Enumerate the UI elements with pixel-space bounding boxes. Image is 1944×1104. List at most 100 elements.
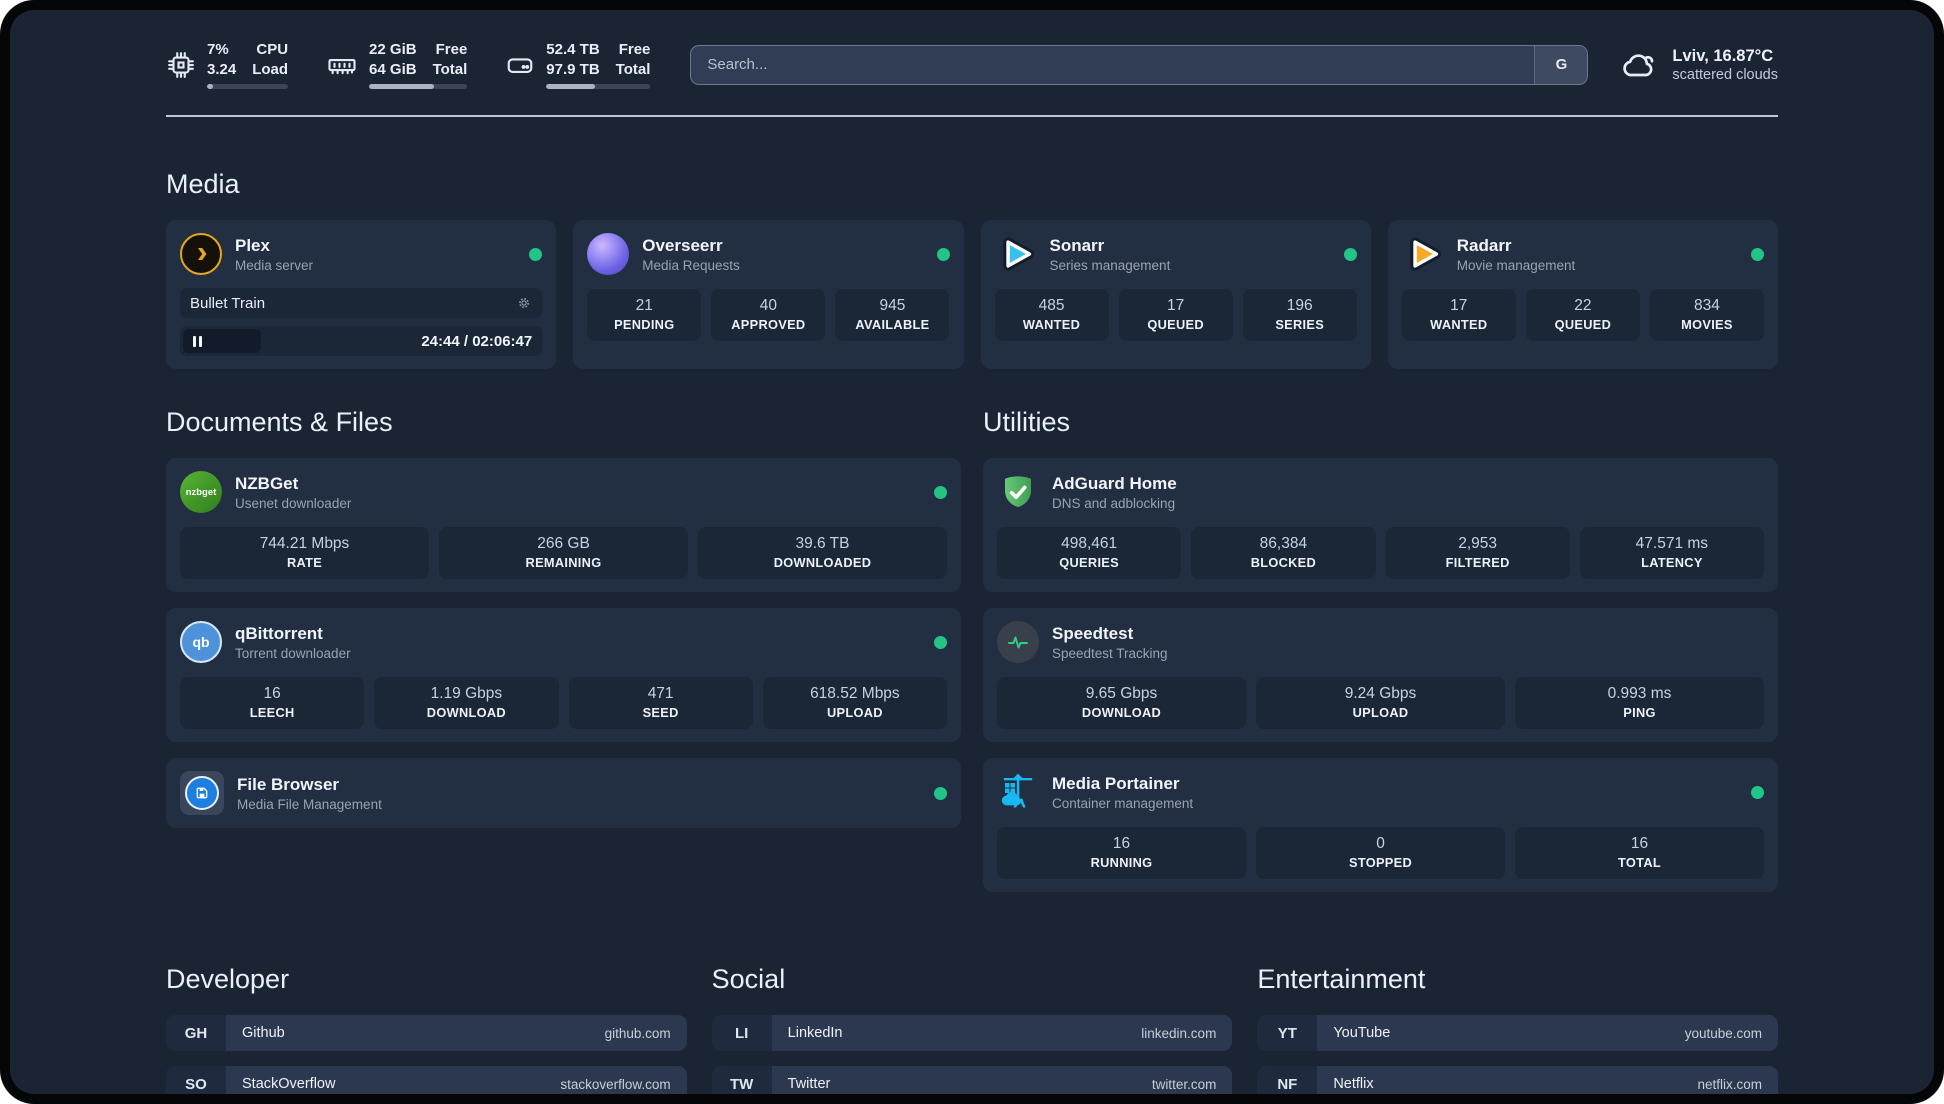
- disk-free-value: 52.4 TB: [546, 41, 600, 58]
- stat-latency: 47.571 ms LATENCY: [1579, 527, 1764, 579]
- link-abbr: NF: [1257, 1066, 1318, 1094]
- search-engine-button[interactable]: G: [1534, 45, 1588, 84]
- total-label: Total: [432, 60, 468, 78]
- status-dot: [1751, 247, 1764, 261]
- app-description: Usenet downloader: [235, 495, 352, 511]
- stat-seed: 471 SEED: [568, 677, 753, 729]
- nzbget-icon: nzbget: [180, 471, 222, 513]
- app-name: Radarr: [1456, 235, 1512, 255]
- app-card-adguard[interactable]: AdGuard Home DNS and adblocking 498,461 …: [983, 458, 1778, 592]
- stat-queries: 498,461 QUERIES: [997, 527, 1182, 579]
- app-description: Speedtest Tracking: [1052, 645, 1168, 661]
- cpu-progress-bar: [207, 84, 289, 89]
- section-title-entertainment: Entertainment: [1257, 964, 1426, 994]
- stat-download: 9.65 Gbps DOWNLOAD: [997, 677, 1246, 729]
- cpu-load-value: 3.24: [207, 60, 237, 78]
- app-card-overseerr[interactable]: Overseerr Media Requests 21 PENDING 40 A…: [573, 220, 964, 369]
- section-title-developer: Developer: [166, 964, 290, 994]
- status-dot: [1751, 785, 1764, 799]
- app-description: Series management: [1049, 257, 1171, 273]
- link-netflix[interactable]: NF Netflix netflix.com: [1257, 1066, 1778, 1094]
- load-label: Load: [252, 60, 289, 78]
- link-twitter[interactable]: TW Twitter twitter.com: [711, 1066, 1233, 1094]
- cpu-label: CPU: [256, 41, 289, 58]
- link-abbr: GH: [166, 1015, 226, 1051]
- disk-progress-bar: [546, 84, 651, 89]
- stat-wanted: 485 WANTED: [994, 289, 1109, 341]
- app-name: AdGuard Home: [1052, 473, 1177, 493]
- app-description: Media Requests: [642, 257, 740, 273]
- status-dot: [936, 247, 950, 261]
- app-name: Speedtest: [1052, 623, 1134, 643]
- section-media: Media Plex Media server Bullet Train 24:…: [166, 169, 1778, 369]
- link-linkedin[interactable]: LI LinkedIn linkedin.com: [711, 1015, 1233, 1051]
- dashboard: 7% CPU 3.24 Load 22 GiB Free 64 GiB Tota…: [10, 10, 1934, 1094]
- app-name: NZBGet: [235, 473, 299, 493]
- app-description: Movie management: [1456, 257, 1576, 273]
- status-dot: [934, 635, 947, 649]
- app-name: Overseerr: [642, 235, 723, 255]
- app-name: Media Portainer: [1052, 773, 1180, 793]
- player-progress-row[interactable]: 24:44 / 02:06:47: [180, 326, 543, 356]
- link-stackoverflow[interactable]: SO StackOverflow stackoverflow.com: [166, 1066, 687, 1094]
- overseerr-icon: [587, 233, 630, 275]
- speedtest-icon: [997, 621, 1039, 663]
- link-github[interactable]: GH Github github.com: [166, 1015, 687, 1051]
- link-abbr: TW: [711, 1066, 772, 1094]
- stat-running: 16 RUNNING: [997, 827, 1246, 879]
- section-documents-files: Documents & Files nzbget NZBGet Usenet d…: [166, 407, 961, 908]
- cpu-stat: 7% CPU 3.24 Load: [166, 40, 289, 89]
- ram-total-value: 64 GiB: [369, 60, 417, 78]
- app-card-portainer[interactable]: Media Portainer Container management 16 …: [983, 758, 1778, 892]
- app-card-qbittorrent[interactable]: qb qBittorrent Torrent downloader 16 LEE…: [166, 608, 961, 742]
- stat-series: 196 SERIES: [1242, 289, 1357, 341]
- search-bar: G: [690, 44, 1589, 85]
- search-input[interactable]: [691, 45, 1535, 84]
- stat-downloaded: 39.6 TB DOWNLOADED: [698, 527, 947, 579]
- link-abbr: LI: [711, 1015, 772, 1051]
- player-time: 24:44 / 02:06:47: [421, 332, 533, 350]
- plex-icon: [180, 233, 222, 275]
- link-url: twitter.com: [1151, 1076, 1217, 1092]
- app-card-sonarr[interactable]: Sonarr Series management 485 WANTED 17 Q…: [980, 220, 1371, 369]
- stat-remaining: 266 GB REMAINING: [439, 527, 688, 579]
- app-description: Media server: [235, 257, 314, 273]
- cpu-usage-value: 7%: [207, 41, 229, 58]
- ram-progress-bar: [369, 84, 468, 89]
- link-name: LinkedIn: [787, 1025, 843, 1041]
- app-card-filebrowser[interactable]: File Browser Media File Management: [166, 758, 961, 828]
- gear-icon[interactable]: [516, 295, 532, 311]
- adguard-icon: [997, 471, 1039, 513]
- sonarr-icon: [995, 233, 1037, 275]
- link-url: netflix.com: [1697, 1076, 1762, 1092]
- app-card-radarr[interactable]: Radarr Movie management 17 WANTED 22 QUE…: [1387, 220, 1778, 369]
- player-progress-pill: [183, 329, 261, 353]
- stat-upload: 9.24 Gbps UPLOAD: [1256, 677, 1505, 729]
- weather-widget: Lviv, 16.87°C scattered clouds: [1616, 45, 1778, 85]
- app-name: File Browser: [237, 774, 340, 794]
- stat-ping: 0.993 ms PING: [1515, 677, 1764, 729]
- now-playing-row: Bullet Train: [180, 288, 543, 318]
- section-title-utilities: Utilities: [983, 407, 1071, 437]
- stat-pending: 21 PENDING: [587, 289, 702, 341]
- now-playing-title: Bullet Train: [190, 294, 266, 312]
- stat-wanted: 17 WANTED: [1401, 289, 1516, 341]
- link-abbr: SO: [166, 1066, 226, 1094]
- status-dot: [529, 247, 543, 261]
- stat-stopped: 0 STOPPED: [1256, 827, 1505, 879]
- link-name: YouTube: [1333, 1025, 1391, 1041]
- app-card-nzbget[interactable]: nzbget NZBGet Usenet downloader 744.21 M…: [166, 458, 961, 592]
- header: 7% CPU 3.24 Load 22 GiB Free 64 GiB Tota…: [166, 40, 1778, 89]
- link-name: Twitter: [787, 1076, 831, 1092]
- total-label: Total: [615, 60, 651, 78]
- header-divider: [166, 115, 1778, 117]
- status-dot: [934, 485, 947, 499]
- app-card-speedtest[interactable]: Speedtest Speedtest Tracking 9.65 Gbps D…: [983, 608, 1778, 742]
- filebrowser-icon: [180, 771, 224, 815]
- status-dot: [934, 786, 947, 800]
- app-card-plex[interactable]: Plex Media server Bullet Train 24:44 / 0…: [166, 220, 557, 369]
- stat-approved: 40 APPROVED: [711, 289, 826, 341]
- storage-stat: 52.4 TB Free 97.9 TB Total: [505, 40, 651, 89]
- ram-icon: [326, 50, 358, 80]
- link-youtube[interactable]: YT YouTube youtube.com: [1257, 1015, 1778, 1051]
